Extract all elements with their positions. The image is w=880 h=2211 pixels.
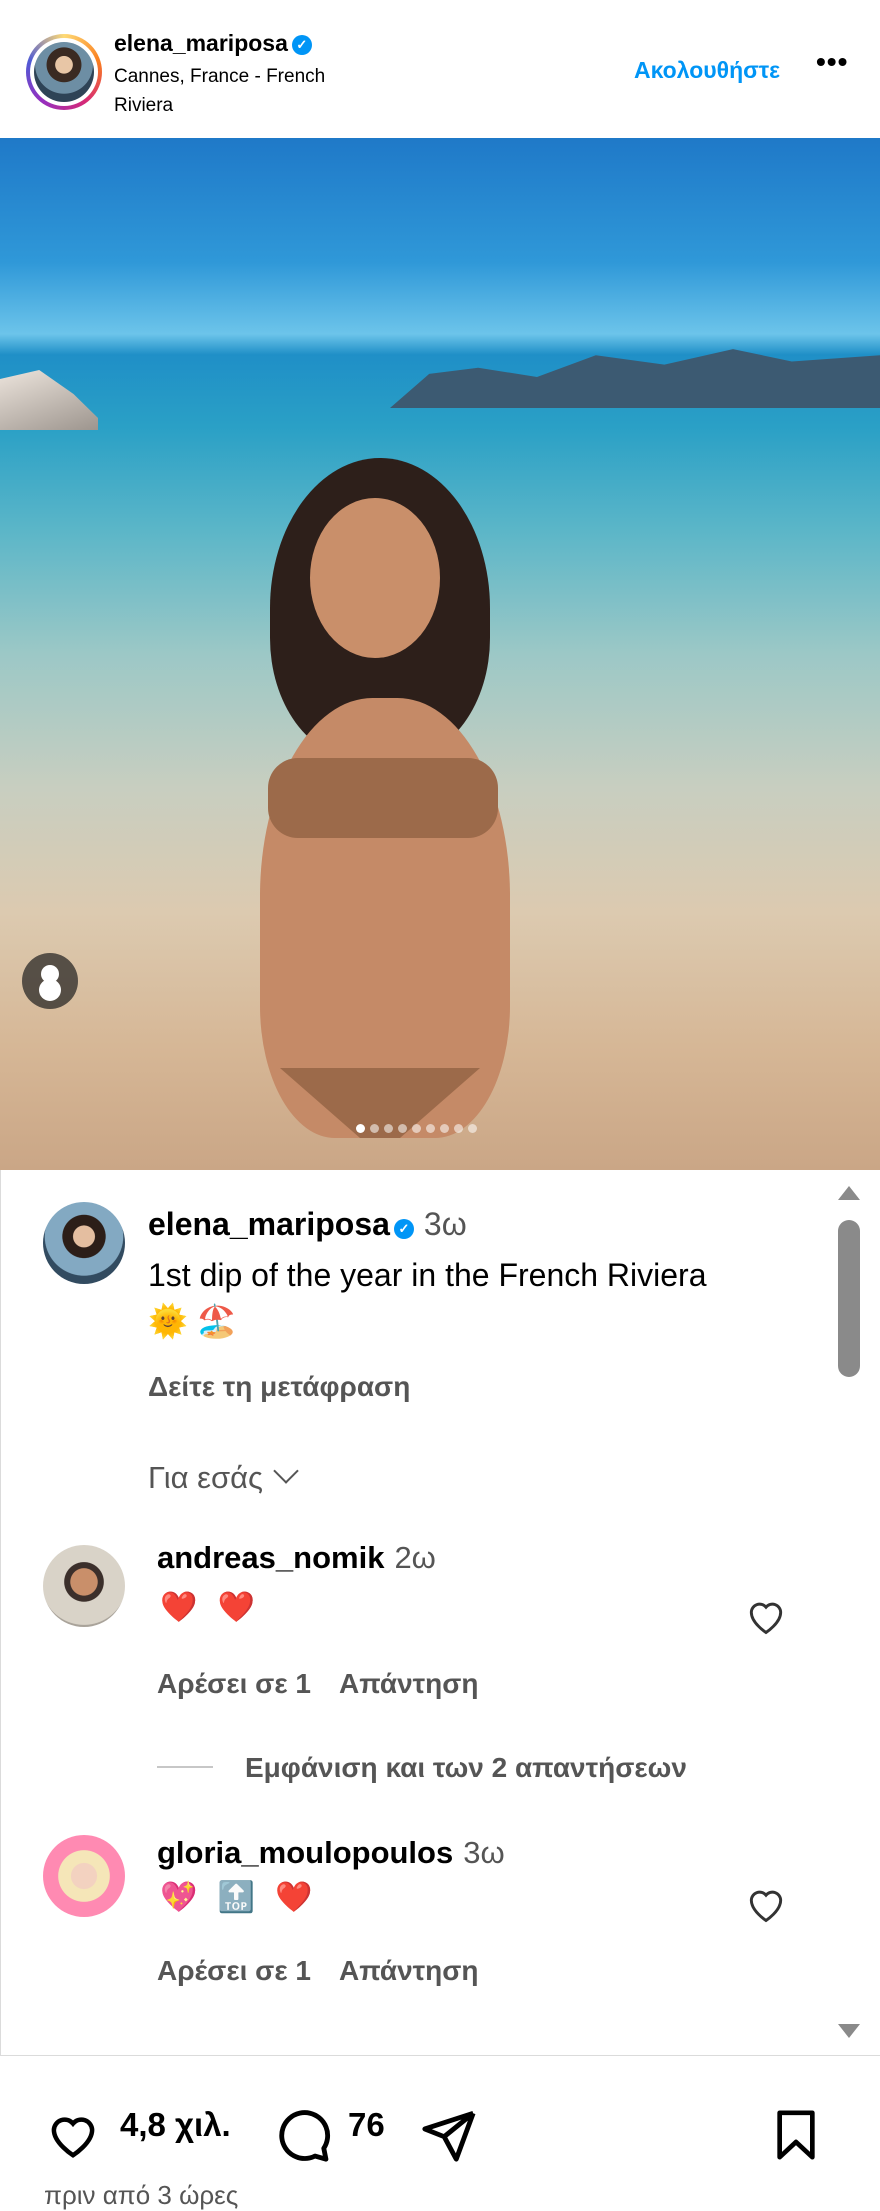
comment-likes[interactable]: Αρέσει σε 1 (157, 1955, 311, 1986)
chevron-down-icon (273, 1458, 299, 1484)
caption-text: 1st dip of the year in the French Rivier… (148, 1252, 788, 1344)
rocks (0, 370, 98, 430)
scroll-up-arrow-icon[interactable] (838, 1186, 860, 1200)
caption-body: 1st dip of the year in the French Rivier… (148, 1257, 707, 1293)
carousel-dot (426, 1124, 435, 1133)
share-paper-plane-icon[interactable] (420, 2106, 478, 2164)
carousel-indicator (356, 1124, 477, 1134)
author-username[interactable]: elena_mariposa (114, 30, 288, 56)
sort-label: Για εσάς (148, 1460, 263, 1495)
save-bookmark-icon[interactable] (768, 2104, 824, 2166)
comment-time: 3ω (463, 1835, 505, 1870)
comment-likes[interactable]: Αρέσει σε 1 (157, 1668, 311, 1699)
carousel-dot (454, 1124, 463, 1133)
post-header: elena_mariposa ✓ Cannes, France - French … (0, 0, 880, 138)
comment-text: 💖 🔝 ❤️ (160, 1881, 319, 1914)
post-location[interactable]: Cannes, France - French Riviera (114, 62, 374, 120)
comments-scrollbar[interactable] (828, 1180, 868, 2046)
likes-count[interactable]: 4,8 χιλ. (120, 2106, 231, 2144)
comment-bubble-icon[interactable] (274, 2106, 332, 2164)
comment-time: 2ω (394, 1540, 436, 1575)
like-comment-heart-icon[interactable] (744, 1882, 788, 1926)
caption-emojis: 🌞 🏖️ (148, 1303, 237, 1339)
caption-time: 3ω (423, 1206, 467, 1242)
reply-button[interactable]: Απάντηση (339, 1955, 479, 1986)
post-image[interactable] (0, 138, 880, 1170)
scrollbar-thumb[interactable] (838, 1220, 860, 1377)
comment-text: ❤️ ❤️ (160, 1591, 262, 1624)
carousel-dot (384, 1124, 393, 1133)
comments-count: 76 (348, 2106, 385, 2143)
like-comment-heart-icon[interactable] (744, 1594, 788, 1638)
verified-badge-icon: ✓ (393, 1219, 414, 1239)
view-replies-button[interactable]: Εμφάνιση και των 2 απαντήσεων (157, 1752, 687, 1784)
post-timestamp: πριν από 3 ώρες (44, 2180, 239, 2210)
comment-username[interactable]: gloria_moulopoulos (157, 1835, 453, 1870)
follow-button[interactable]: Ακολουθήστε (634, 57, 780, 84)
carousel-dot (356, 1124, 365, 1133)
caption-username[interactable]: elena_mariposa (148, 1206, 390, 1242)
carousel-dot (412, 1124, 421, 1133)
more-options-icon[interactable]: ••• (816, 48, 848, 76)
verified-badge-icon: ✓ (291, 35, 312, 55)
author-avatar[interactable] (26, 34, 102, 110)
see-translation-link[interactable]: Δείτε τη μετάφραση (148, 1371, 410, 1403)
comment-username[interactable]: andreas_nomik (157, 1540, 384, 1575)
carousel-dot (398, 1124, 407, 1133)
reply-button[interactable]: Απάντηση (339, 1668, 479, 1699)
comment-sort-dropdown[interactable]: Για εσάς (148, 1458, 299, 1496)
carousel-dot (468, 1124, 477, 1133)
scroll-down-arrow-icon[interactable] (838, 2024, 860, 2038)
commenter-avatar[interactable] (43, 1545, 125, 1627)
carousel-dot (370, 1124, 379, 1133)
tagged-users-icon[interactable] (22, 953, 78, 1009)
mountains (390, 349, 880, 408)
like-heart-icon[interactable] (44, 2108, 102, 2162)
carousel-dot (440, 1124, 449, 1133)
photo-subject (160, 458, 680, 1158)
caption-author-avatar[interactable] (43, 1202, 125, 1284)
commenter-avatar[interactable] (43, 1835, 125, 1917)
